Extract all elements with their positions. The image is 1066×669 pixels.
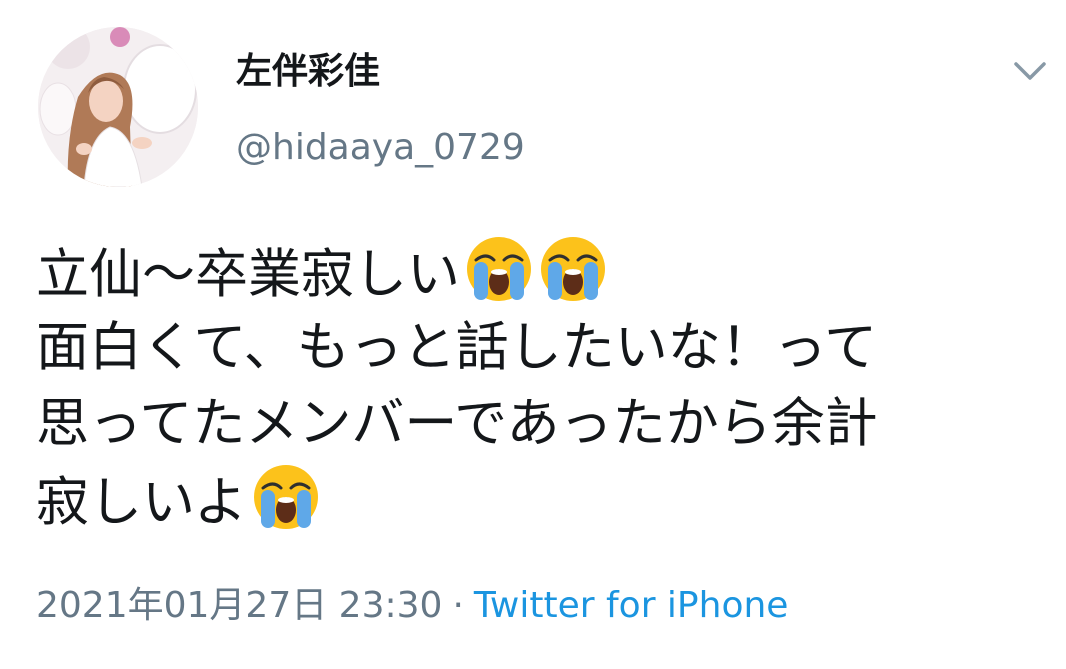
chevron-down-icon[interactable] [1010,54,1050,90]
tweet-line: 思ってたメンバーであったから余計 [36,386,1046,462]
tweet-line-text: 立仙〜卒業寂しい [36,244,460,305]
timestamp[interactable]: 2021年01月27日 23:30 [36,585,442,626]
tweet-line-text: 面白くて、もっと話したいな！って [36,317,878,378]
avatar-photo [38,27,198,187]
tweet-line: 面白くて、もっと話したいな！って [36,310,1046,386]
loudly-crying-face-icon [464,234,534,304]
loudly-crying-face-icon [251,462,321,532]
tweet-text: 立仙〜卒業寂しい 面白くて、もっと話したいな！って 思ってたメンバーであったから… [36,234,1046,538]
tweet-line-text: 寂しいよ [36,472,247,533]
display-name[interactable]: 左伴彩佳 [236,48,380,96]
loudly-crying-face-icon [538,234,608,304]
source-link[interactable]: Twitter for iPhone [474,585,789,626]
avatar[interactable] [38,27,198,187]
tweet-meta: 2021年01月27日 23:30 · Twitter for iPhone [36,582,788,630]
tweet-line: 寂しいよ [36,462,1046,538]
tweet-line: 立仙〜卒業寂しい [36,234,1046,310]
meta-separator: · [452,585,464,626]
user-handle[interactable]: @hidaaya_0729 [236,124,525,172]
tweet-card: 左伴彩佳 @hidaaya_0729 立仙〜卒業寂しい 面白くて、もっと話したい… [0,0,1066,669]
tweet-line-text: 思ってたメンバーであったから余計 [36,393,878,454]
